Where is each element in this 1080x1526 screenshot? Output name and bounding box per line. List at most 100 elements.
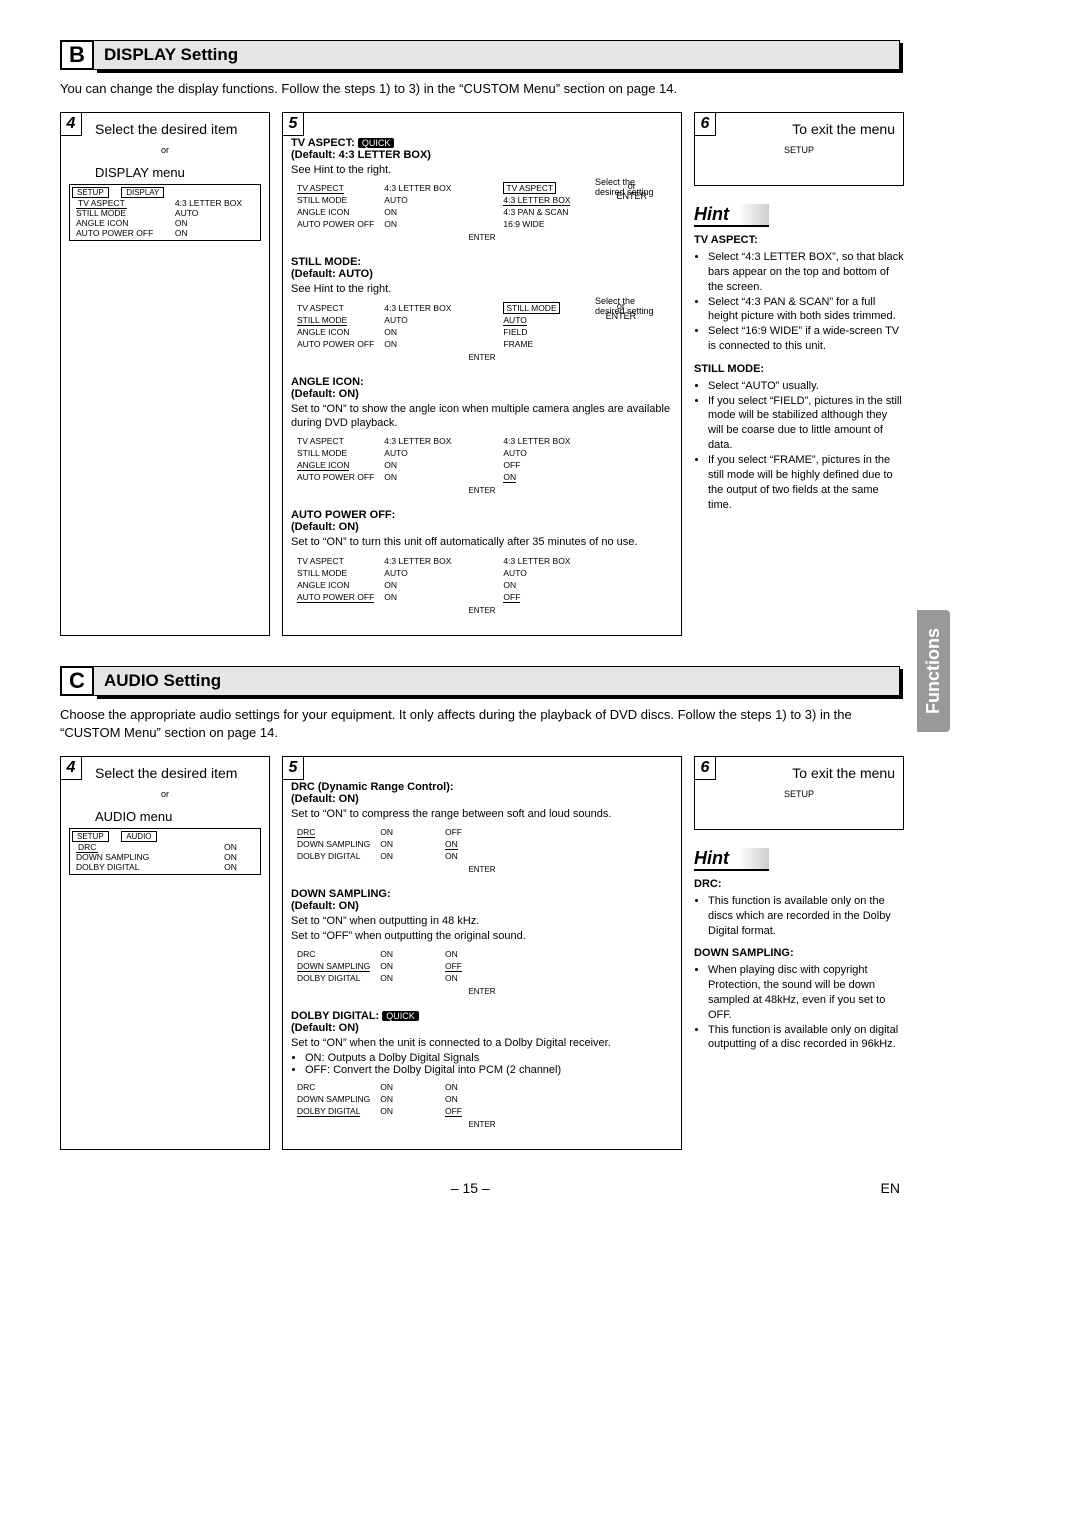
enter-label: ENTER [291, 865, 673, 874]
cell: STILL MODE [503, 302, 559, 314]
b-step5-panel: 5 Select the desired setting TV ASPECT: … [282, 112, 682, 635]
hint-li: This function is available only on digit… [708, 1023, 904, 1053]
menu-hdr-display: DISPLAY [121, 187, 164, 198]
c-hint-head: Hint [694, 848, 769, 871]
cell: TV ASPECT [503, 182, 556, 194]
page-footer: – 15 – EN [60, 1180, 900, 1196]
section-b-title: DISPLAY Setting [94, 40, 900, 70]
cell: 4:3 LETTER BOX [380, 556, 455, 566]
cell: ON [376, 827, 397, 837]
c-item-downsampling: DOWN SAMPLING: (Default: ON) Set to “ON”… [291, 888, 673, 996]
b-item-tvaspect: Select the desired setting TV ASPECT: QU… [291, 137, 673, 242]
cell: DOWN SAMPLING [297, 961, 370, 972]
side-note: Select the desired setting [595, 177, 665, 197]
hint-li: This function is available only on the d… [708, 894, 904, 939]
b-step6-panel: 6 To exit the menu SETUP [694, 112, 904, 186]
b-hint-head: Hint [694, 204, 769, 227]
cell: ON [376, 961, 397, 971]
b-right-column: 6 To exit the menu SETUP Hint TV ASPECT:… [694, 112, 904, 635]
item-name: TV ASPECT: [291, 137, 355, 149]
section-c-header: C AUDIO Setting [60, 666, 900, 696]
item-default: (Default: ON) [291, 521, 359, 533]
b-step4-title: Select the desired item [95, 121, 261, 137]
hint-tvaspect-head: TV ASPECT: [694, 234, 758, 246]
hint-li: Select “16:9 WIDE” if a wide-screen TV i… [708, 324, 904, 354]
hint-li: When playing disc with copyright Protect… [708, 963, 904, 1022]
cell: OFF [445, 1106, 462, 1117]
cell: DOLBY DIGITAL [293, 973, 374, 983]
row: AUTO POWER OFF [72, 228, 171, 238]
cell: ON [503, 472, 516, 483]
row: ANGLE ICON [72, 218, 171, 228]
item-desc: Set to “ON” when the unit is connected t… [291, 1036, 673, 1050]
menu-hdr-setup: SETUP [72, 831, 109, 842]
b-hint-body: TV ASPECT: Select “4:3 LETTER BOX”, so t… [694, 233, 904, 512]
b-step5-num: 5 [282, 112, 304, 136]
cell: ANGLE ICON [293, 207, 378, 217]
cell: STILL MODE [293, 448, 378, 458]
mini-left: TV ASPECT4:3 LETTER BOX STILL MODEAUTO A… [291, 181, 457, 231]
enter-label: ENTER [291, 1120, 673, 1129]
setup-label: SETUP [703, 145, 895, 155]
cell: ON [376, 1094, 397, 1104]
quick-badge: QUICK [382, 1011, 419, 1021]
quick-badge: QUICK [358, 138, 395, 148]
c-step5-panel: 5 DRC (Dynamic Range Control): (Default:… [282, 756, 682, 1150]
enter-label: ENTER [291, 606, 673, 615]
c-right-column: 6 To exit the menu SETUP Hint DRC: This … [694, 756, 904, 1150]
row: ON [220, 852, 258, 862]
row: STILL MODE [72, 208, 171, 218]
cell: AUTO [380, 195, 455, 205]
cell: DRC [293, 1082, 374, 1092]
item-name: DOWN SAMPLING: [291, 888, 391, 900]
c-item-drc: DRC (Dynamic Range Control): (Default: O… [291, 781, 673, 874]
cell: ANGLE ICON [293, 327, 378, 337]
menu-hdr-setup: SETUP [72, 187, 109, 198]
cell: TV ASPECT [293, 303, 378, 313]
c-item-dolby: DOLBY DIGITAL: QUICK (Default: ON) Set t… [291, 1010, 673, 1129]
c-hint-body: DRC: This function is available only on … [694, 877, 904, 1052]
item-name: DRC (Dynamic Range Control): [291, 781, 454, 793]
cell: ON [441, 1082, 466, 1092]
item-name: STILL MODE: [291, 256, 361, 268]
cell: ON [376, 1106, 397, 1116]
cell: ON [441, 1094, 466, 1104]
mini-right: 4:3 LETTER BOX AUTO OFF ON [497, 434, 576, 484]
row: DOLBY DIGITAL [72, 862, 220, 872]
c-step6-title: To exit the menu [729, 765, 895, 781]
setup-label: SETUP [703, 789, 895, 799]
b-display-menu-table: TV ASPECT4:3 LETTER BOX STILL MODEAUTO A… [72, 198, 258, 238]
cell: ON [441, 851, 466, 861]
b-step6-title: To exit the menu [729, 121, 895, 137]
cell: DOWN SAMPLING [293, 839, 374, 849]
cell: 4:3 LETTER BOX [503, 195, 570, 206]
c-step4-or: or [69, 789, 261, 799]
cell: AUTO [499, 568, 574, 578]
cell: TV ASPECT [293, 436, 378, 446]
b-step4-num: 4 [60, 112, 82, 136]
item-default: (Default: ON) [291, 793, 359, 805]
cell: 4:3 LETTER BOX [499, 556, 574, 566]
page-number: – 15 – [451, 1180, 490, 1196]
cell: FRAME [499, 339, 563, 349]
item-default: (Default: ON) [291, 900, 359, 912]
enter-label: ENTER [291, 233, 673, 242]
cell: OFF [499, 460, 574, 470]
c-audio-menu-table: DRCON DOWN SAMPLINGON DOLBY DIGITALON [72, 842, 258, 872]
section-b-columns: 4 Select the desired item or DISPLAY men… [60, 112, 900, 635]
mini-left: DRCON DOWN SAMPLINGON DOLBY DIGITALON [291, 947, 399, 985]
cell: 4:3 LETTER BOX [380, 436, 455, 446]
enter-label: ENTER [291, 987, 673, 996]
cell: ON [380, 592, 455, 602]
c-step4-title: Select the desired item [95, 765, 261, 781]
enter-label: ENTER [291, 486, 673, 495]
cell: FIELD [499, 327, 563, 337]
hint-li: Select “AUTO” usually. [708, 379, 904, 394]
cell: ON [376, 851, 397, 861]
enter-label: ENTER [291, 353, 673, 362]
c-step4-panel: 4 Select the desired item or AUDIO menu … [60, 756, 270, 1150]
section-b-intro: You can change the display functions. Fo… [60, 80, 900, 98]
hint-ds-head: DOWN SAMPLING: [694, 947, 794, 959]
cell: AUTO POWER OFF [297, 592, 374, 603]
section-b-header: B DISPLAY Setting [60, 40, 900, 70]
